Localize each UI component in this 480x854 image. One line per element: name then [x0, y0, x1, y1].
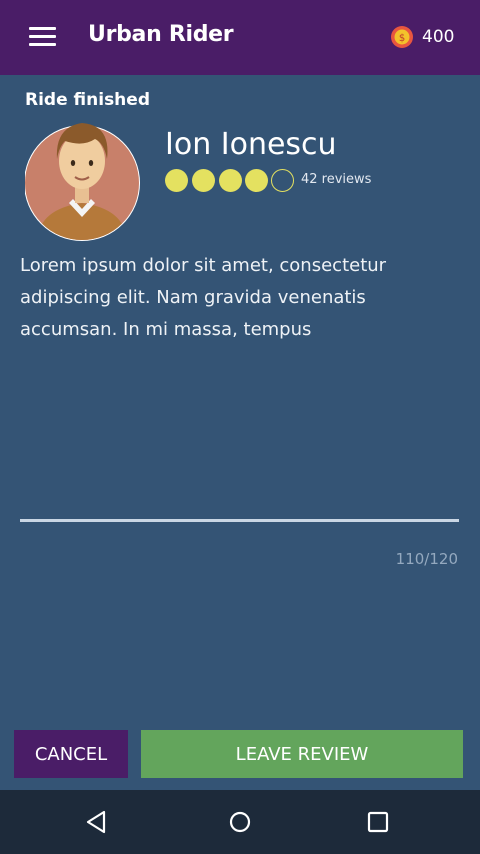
driver-name: Ion Ionescu: [165, 127, 337, 162]
app-title: Urban Rider: [88, 22, 234, 47]
cancel-button[interactable]: CANCEL: [14, 730, 128, 778]
star-filled-icon: [165, 169, 188, 192]
home-icon[interactable]: [228, 810, 252, 834]
ride-status: Ride finished: [25, 90, 150, 110]
star-filled-icon: [192, 169, 215, 192]
leave-review-button[interactable]: LEAVE REVIEW: [141, 730, 463, 778]
svg-text:$: $: [399, 33, 405, 44]
system-navigation-bar: [0, 790, 480, 854]
character-counter: 110/120: [395, 550, 458, 568]
coin-balance: 400: [422, 27, 455, 47]
review-count: 42 reviews: [301, 172, 372, 187]
review-text-input[interactable]: Lorem ipsum dolor sit amet, consectetur …: [20, 250, 460, 346]
hamburger-menu-icon[interactable]: [29, 27, 56, 47]
recents-icon[interactable]: [366, 810, 390, 834]
app-bar: Urban Rider $ 400: [0, 0, 480, 75]
back-icon[interactable]: [84, 810, 108, 834]
input-underline: [20, 519, 459, 522]
driver-avatar-icon: [25, 123, 140, 241]
star-empty-icon: [271, 169, 294, 192]
star-filled-icon: [245, 169, 268, 192]
star-filled-icon: [219, 169, 242, 192]
coin-icon: $: [391, 26, 413, 48]
